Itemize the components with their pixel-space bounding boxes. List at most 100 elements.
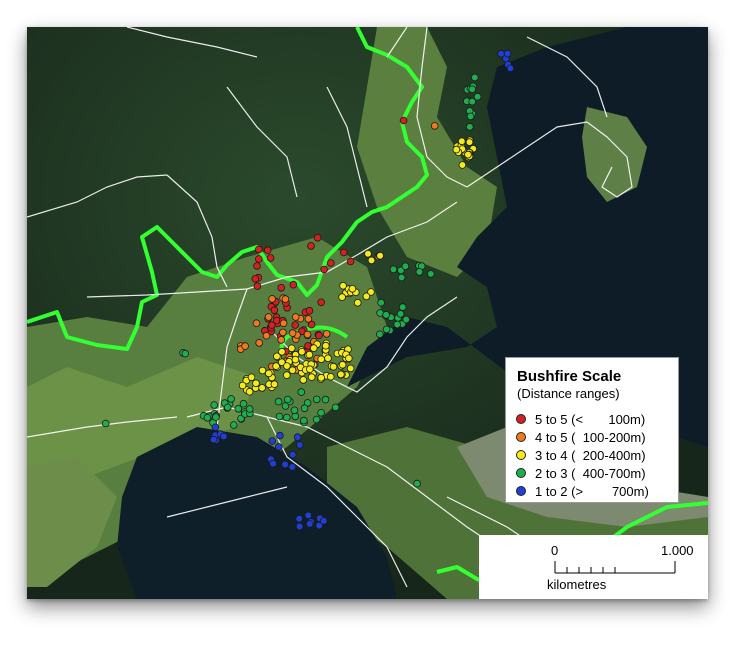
- hazard-point: [320, 265, 328, 274]
- hazard-point: [297, 388, 306, 396]
- hazard-point: [278, 347, 286, 356]
- legend-item: 1 to 2 (> 700m): [516, 482, 678, 500]
- hazard-point: [337, 370, 345, 379]
- hazard-point: [367, 256, 376, 265]
- map-frame: Bushfire Scale (Distance ranges) 5 to 5 …: [27, 27, 708, 599]
- hazard-point: [299, 416, 308, 425]
- hazard-point: [326, 259, 335, 267]
- hazard-point: [279, 319, 288, 328]
- hazard-point: [288, 450, 297, 459]
- hazard-point: [300, 404, 309, 413]
- legend-title: Bushfire Scale: [517, 368, 622, 385]
- hazard-point: [291, 412, 300, 421]
- hazard-point: [281, 460, 290, 469]
- hazard-point: [346, 257, 355, 266]
- hazard-point: [465, 123, 474, 131]
- hazard-point: [468, 97, 477, 106]
- hazard-point: [313, 234, 322, 242]
- legend-label: 4 to 5 ( 100-200m): [535, 429, 646, 445]
- hazard-point: [396, 310, 405, 318]
- hazard-point: [319, 517, 328, 525]
- hazard-point: [312, 415, 321, 424]
- hazard-point: [430, 122, 439, 130]
- hazard-point: [252, 319, 261, 328]
- legend-swatch-blue: [516, 486, 526, 496]
- hazard-point: [266, 254, 275, 262]
- hazard-point: [255, 339, 264, 347]
- hazard-point: [210, 401, 219, 409]
- hazard-point: [317, 298, 326, 307]
- hazard-point: [470, 73, 479, 82]
- hazard-point: [393, 320, 402, 329]
- hazard-point: [293, 433, 302, 442]
- hazard-point: [377, 298, 385, 307]
- map-canvas[interactable]: [27, 27, 708, 599]
- hazard-point: [268, 295, 276, 303]
- hazard-point: [276, 431, 284, 440]
- hazard-point: [265, 369, 273, 378]
- hazard-point: [398, 303, 407, 311]
- hazard-point: [281, 295, 290, 303]
- hazard-point: [291, 355, 300, 364]
- hazard-point: [283, 362, 291, 370]
- hazard-point: [239, 399, 248, 408]
- hazard-point: [353, 298, 362, 307]
- scale-unit-label: kilometres: [547, 577, 607, 592]
- legend-swatch-yellow: [516, 450, 526, 460]
- hazard-point: [338, 293, 346, 301]
- hazard-point: [317, 408, 325, 417]
- hazard-point: [309, 344, 318, 352]
- hazard-point: [324, 354, 332, 363]
- hazard-point: [268, 321, 276, 329]
- hazard-point: [258, 384, 266, 392]
- hazard-point: [401, 262, 410, 271]
- hazard-point: [262, 331, 271, 340]
- hazard-point: [305, 350, 314, 359]
- hazard-point: [288, 463, 297, 471]
- hazard-point: [209, 435, 218, 444]
- hazard-point: [321, 341, 330, 350]
- hazard-point: [255, 255, 263, 263]
- hazard-point: [305, 365, 314, 374]
- hazard-point: [375, 330, 384, 339]
- legend-swatch-green: [516, 468, 526, 478]
- hazard-point: [277, 283, 286, 292]
- hazard-point: [399, 116, 408, 125]
- hazard-point: [275, 443, 283, 451]
- hazard-point: [503, 49, 512, 58]
- hazard-point: [253, 282, 262, 290]
- hazard-point: [465, 138, 474, 146]
- hazard-point: [321, 395, 330, 404]
- hazard-point: [277, 336, 286, 344]
- hazard-point: [247, 373, 256, 382]
- hazard-point: [329, 362, 338, 371]
- hazard-point: [415, 268, 424, 276]
- hazard-point: [282, 413, 291, 422]
- legend-subtitle: (Distance ranges): [517, 386, 620, 401]
- hazard-point: [304, 511, 313, 520]
- hazard-point: [397, 273, 406, 282]
- hazard-point: [295, 514, 304, 523]
- hazard-point: [426, 270, 435, 278]
- hazard-point: [283, 395, 292, 404]
- hazard-point: [348, 284, 357, 293]
- hazard-point: [506, 64, 515, 73]
- hazard-point: [339, 248, 348, 257]
- hazard-point: [312, 395, 321, 404]
- hazard-point: [245, 405, 254, 413]
- legend-item: 4 to 5 ( 100-200m): [516, 428, 678, 446]
- hazard-point: [389, 265, 398, 274]
- hazard-point: [270, 306, 279, 315]
- legend-label: 1 to 2 (> 700m): [535, 483, 649, 499]
- hazard-point: [326, 372, 335, 381]
- hazard-point: [229, 421, 238, 429]
- hazard-point: [245, 387, 254, 396]
- hazard-point: [382, 311, 390, 319]
- hazard-point: [263, 246, 272, 255]
- hazard-point: [458, 161, 467, 169]
- hazard-point: [272, 362, 280, 370]
- legend-item: 2 to 3 ( 400-700m): [516, 464, 678, 482]
- hazard-point: [252, 379, 260, 388]
- hazard-point: [289, 280, 298, 289]
- hazard-point: [279, 328, 287, 337]
